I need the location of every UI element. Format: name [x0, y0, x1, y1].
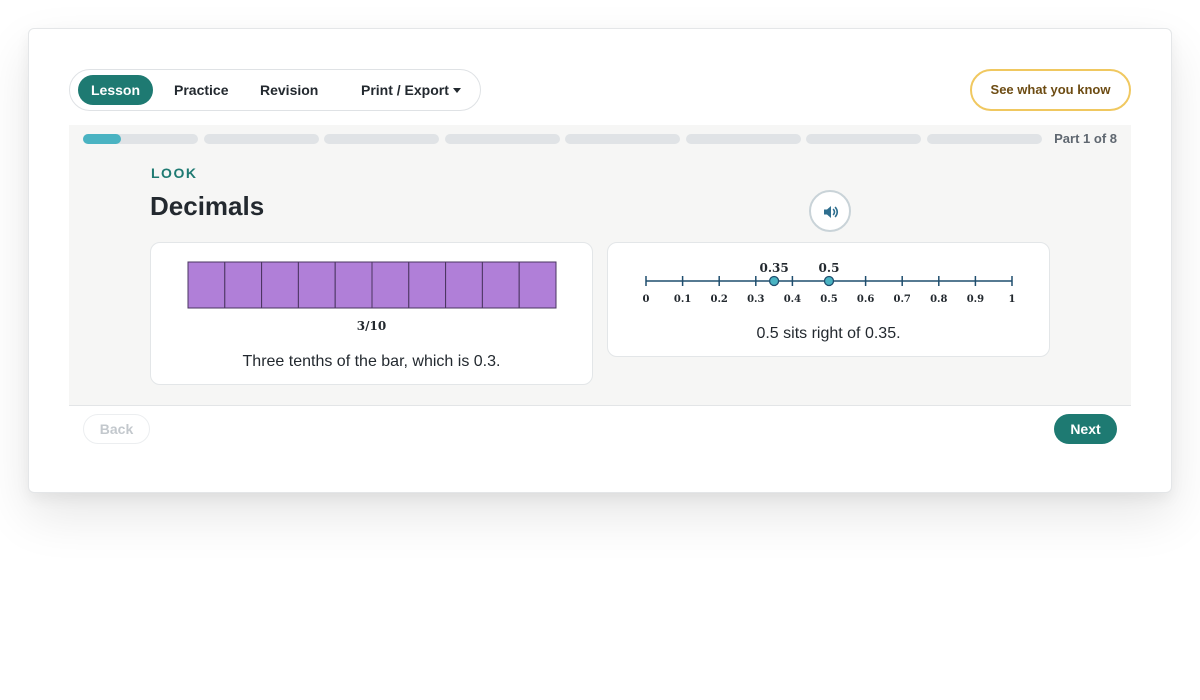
tick-label: 0.3	[747, 294, 764, 305]
point-label: 0.35	[759, 261, 788, 275]
fraction-cell	[445, 261, 483, 309]
fraction-cell	[371, 261, 410, 309]
print-export-dropdown[interactable]: Print / Export	[361, 75, 461, 105]
tick-label: 0.8	[930, 294, 947, 305]
progress-fill	[83, 134, 121, 144]
audio-button[interactable]	[809, 190, 851, 232]
tab-lesson[interactable]: Lesson	[78, 75, 154, 105]
progress-segment	[324, 134, 439, 144]
fraction-caption: Three tenths of the bar, which is 0.3.	[242, 353, 501, 370]
fraction-cell	[297, 261, 336, 309]
number-line-card: 0 0.1 0.2 0.3 0.4 0.5 0.6 0.7 0.8 0.9 1 0.35 0.5 0.5…	[607, 242, 1050, 357]
fraction-bar	[187, 261, 557, 309]
fraction-cell	[408, 261, 447, 309]
fraction-bar-card: 3/10 Three tenths of the bar, which is 0…	[150, 242, 593, 385]
speaker-icon	[824, 206, 839, 218]
progress-segment	[565, 134, 680, 144]
tab-revision[interactable]: Revision	[260, 75, 318, 105]
progress-segment	[926, 134, 1042, 144]
fraction-cell	[481, 261, 520, 309]
fraction-cell	[334, 261, 373, 309]
progress-segment	[444, 134, 560, 144]
tab-practice[interactable]: Practice	[174, 75, 228, 105]
print-export-label: Print / Export	[361, 82, 449, 98]
page-title: Decimals	[150, 191, 265, 221]
tick-label: 0.4	[784, 294, 801, 305]
tick-label: 0.2	[710, 294, 727, 305]
number-line-point	[823, 275, 835, 287]
tick-label: 0.6	[857, 294, 874, 305]
tick-label: 0.5	[820, 294, 837, 305]
next-button[interactable]: Next	[1054, 414, 1117, 444]
tick-label: 1	[1009, 294, 1016, 305]
back-button[interactable]: Back	[83, 414, 150, 444]
see-what-you-know-button[interactable]: See what you know	[970, 69, 1131, 111]
tick-label: 0.7	[893, 294, 910, 305]
tick-label: 0	[643, 294, 650, 305]
chevron-down-icon	[452, 87, 461, 93]
lesson-card: Lesson Practice Revision Print / Export …	[28, 28, 1172, 493]
fraction-cell	[187, 261, 226, 309]
number-line: 0 0.1 0.2 0.3 0.4 0.5 0.6 0.7 0.8 0.9 1 0.35 0.5	[643, 261, 1016, 305]
fraction-cell	[518, 261, 557, 309]
part-indicator: Part 1 of 8	[1054, 131, 1117, 146]
progress-segment	[83, 134, 198, 144]
lesson-tabs: Lesson Practice Revision Print / Export	[69, 69, 481, 111]
fraction-cell	[224, 261, 263, 309]
tick-label: 0.9	[967, 294, 984, 305]
number-line-caption: 0.5 sits right of 0.35.	[756, 325, 901, 342]
fraction-label: 3/10	[356, 319, 387, 333]
tick-label: 0.1	[674, 294, 691, 305]
point-label: 0.5	[819, 261, 840, 275]
number-line-point	[768, 275, 780, 287]
fraction-cell	[261, 261, 299, 309]
progress-segment	[685, 134, 801, 144]
progress-segment	[806, 134, 921, 144]
lesson-panel: Part 1 of 8 LOOK Decimals 3/10 Three ten…	[69, 125, 1131, 406]
section-kicker: LOOK	[151, 165, 198, 181]
progress-segment	[203, 134, 319, 144]
